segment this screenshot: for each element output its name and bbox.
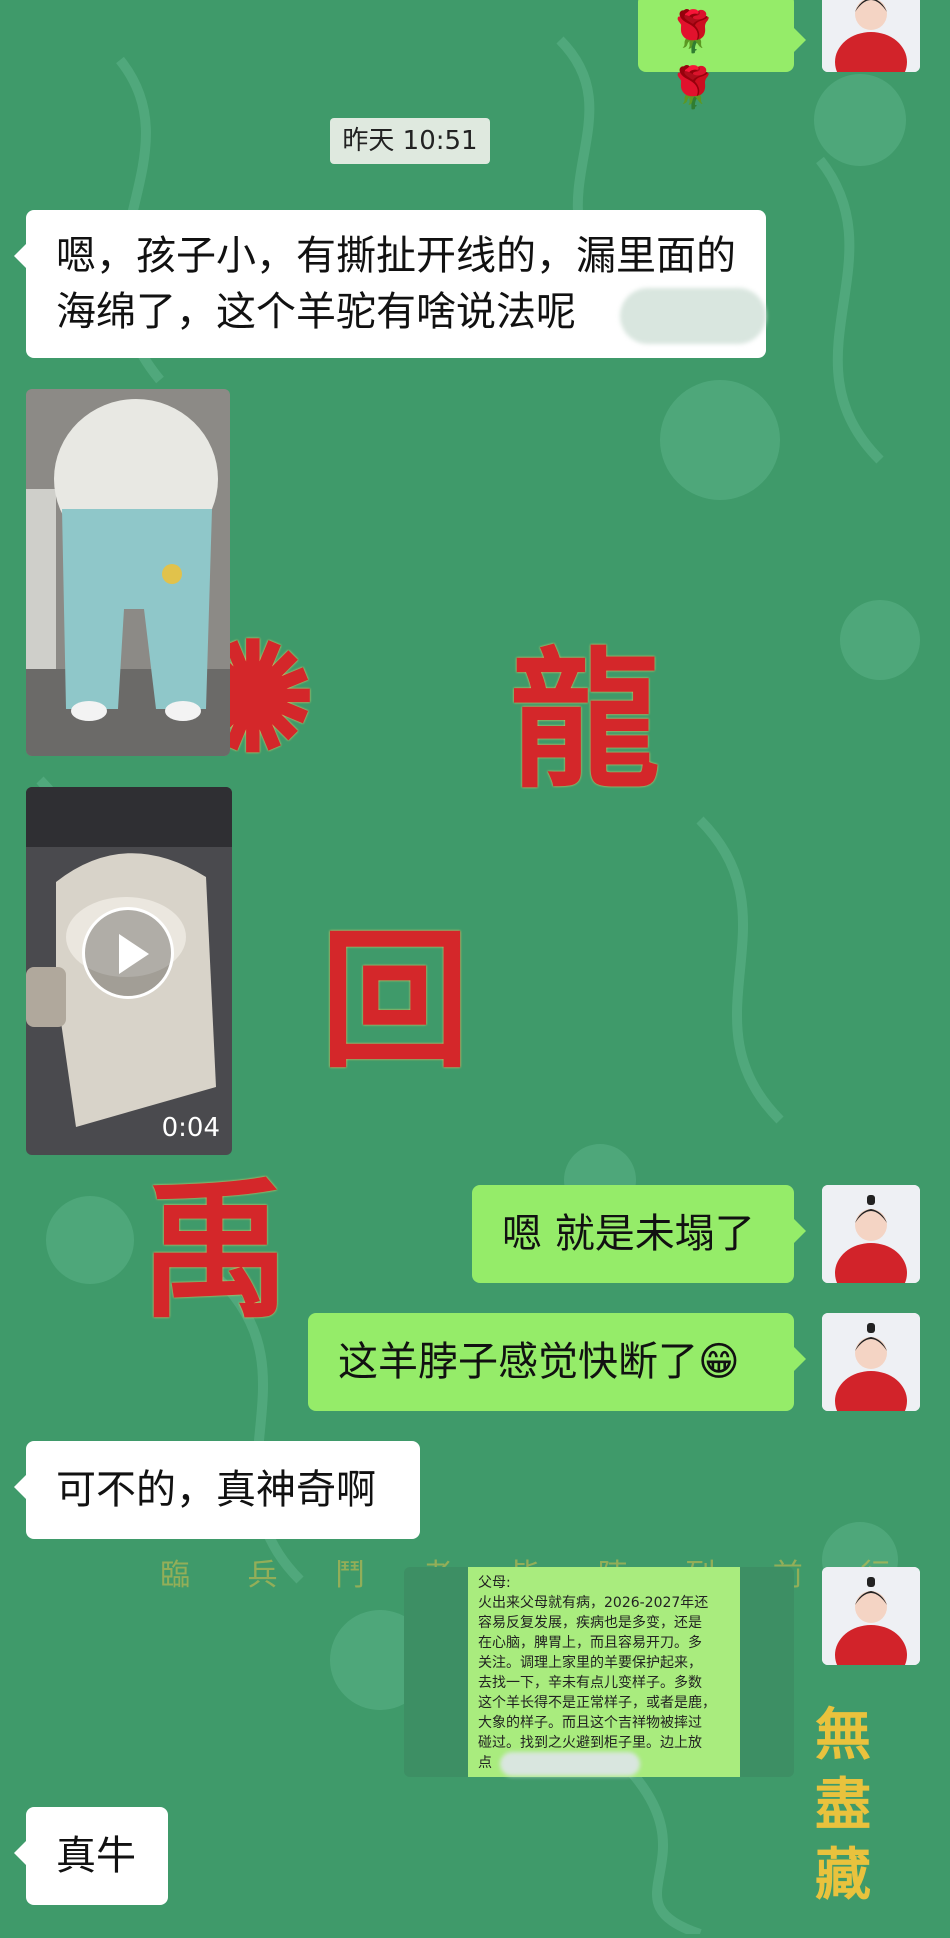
message-text: 嗯 就是未塌了	[502, 1211, 755, 1257]
message-bubble-roses[interactable]: 🌹 🌹	[638, 0, 806, 111]
side-text-1: 無	[815, 1702, 871, 1768]
message-image[interactable]	[26, 389, 230, 756]
side-text-3: 藏	[815, 1842, 871, 1908]
avatar-self[interactable]	[822, 1185, 920, 1283]
play-icon[interactable]	[82, 907, 174, 999]
seal-glyph-2: 回	[320, 913, 471, 1089]
redaction-blur	[620, 288, 766, 344]
note-line: 火出来父母就有病，2026-2027年还	[478, 1595, 709, 1611]
redaction-blur	[500, 1752, 640, 1776]
rose-emoji: 🌹 🌹	[668, 9, 718, 111]
note-line: 大象的样子。而且这个吉祥物被摔过	[478, 1715, 702, 1731]
note-line: 这个羊长得不是正常样子，或者是鹿，	[478, 1695, 716, 1711]
note-line: 在心脑，脾胃上，而且容易开刀。多	[478, 1635, 702, 1651]
note-title: 父母:	[478, 1575, 511, 1591]
note-line: 去找一下，辛未有点儿变样子。多数	[478, 1675, 702, 1691]
seal-glyph-3: 禹	[140, 1163, 291, 1339]
avatar-self[interactable]	[822, 0, 920, 72]
message-bubble-text[interactable]: 这羊脖子感觉快断了😁	[308, 1313, 806, 1411]
seal-glyph-1: 龍	[510, 633, 661, 809]
message-video[interactable]: 0:04	[26, 787, 232, 1155]
message-bubble-text[interactable]: 可不的，真神奇啊	[14, 1441, 420, 1539]
note-line: 关注。调理上家里的羊要保护起来，	[478, 1655, 702, 1671]
note-document: 父母: 火出来父母就有病，2026-2027年还 容易反复发展，疾病也是多变，还…	[468, 1567, 740, 1777]
message-bubble-text[interactable]: 嗯 就是未塌了	[472, 1185, 806, 1283]
note-line: 碰过。找到之火避到柜子里。边上放	[478, 1735, 702, 1751]
message-text: 这羊脖子感觉快断了😁	[338, 1339, 740, 1385]
avatar-self[interactable]	[822, 1567, 920, 1665]
message-text: 真牛	[56, 1833, 136, 1879]
video-duration: 0:04	[161, 1113, 220, 1143]
avatar-self[interactable]	[822, 1313, 920, 1411]
note-line: 容易反复发展，疾病也是多变，还是	[478, 1615, 702, 1631]
message-text: 可不的，真神奇啊	[56, 1467, 376, 1513]
side-text-2: 盡	[815, 1772, 871, 1838]
timestamp: 昨天 10:51	[330, 118, 490, 164]
message-bubble-text[interactable]: 真牛	[14, 1807, 168, 1905]
